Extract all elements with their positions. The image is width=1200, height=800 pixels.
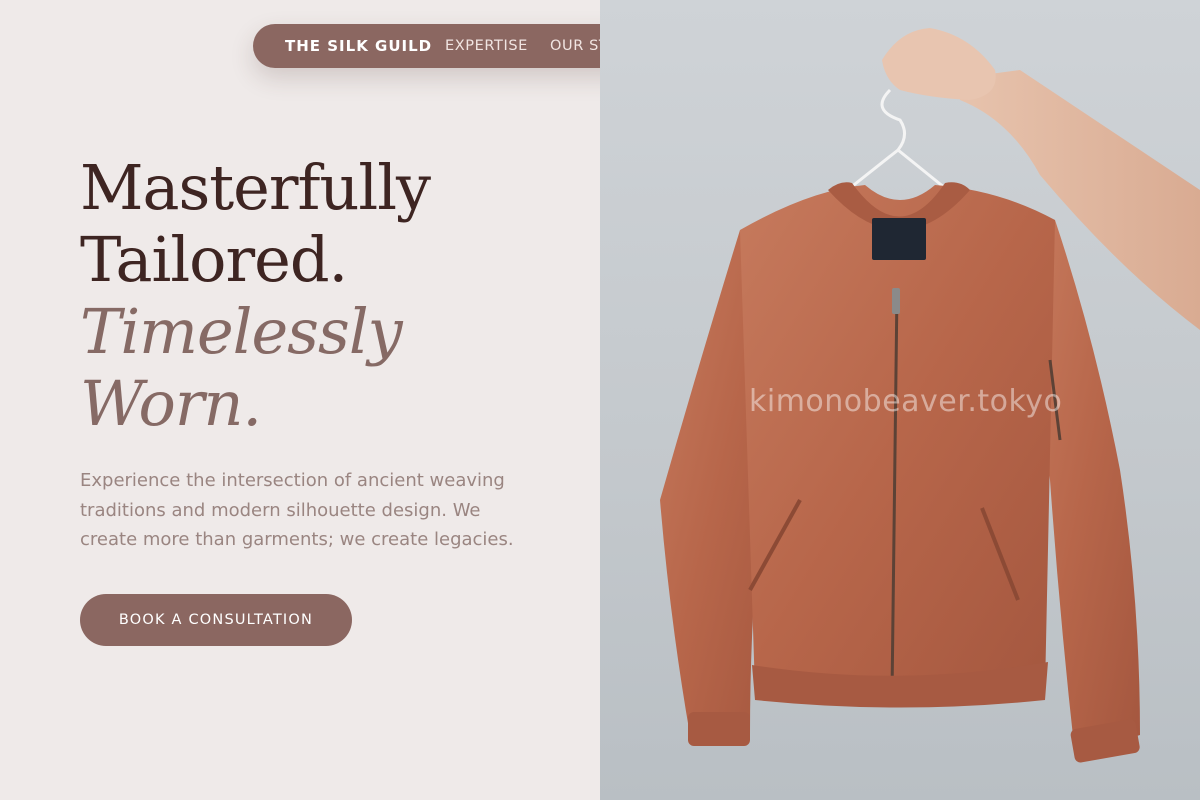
headline-line-4: Worn. [80,367,262,440]
hero-description: Experience the intersection of ancient w… [80,470,514,550]
headline-line-2: Tailored. [80,223,348,296]
hero-headline: Masterfully Tailored. Timelessly Worn. [80,151,431,440]
nav-link-our-story[interactable]: OUR ST [550,38,600,54]
hero-text-panel: THE SILK GUILD EXPERTISE OUR ST Masterfu… [0,0,600,800]
hand [882,28,996,100]
zipper-pull [892,288,900,314]
neck-label [872,218,926,260]
jacket-body [740,185,1055,698]
nav-link-expertise[interactable]: EXPERTISE [445,38,528,54]
book-consultation-button[interactable]: BOOK A CONSULTATION [80,594,352,646]
hero-image: kimonobeaver.tokyo [600,0,1200,800]
headline-line-1: Masterfully [80,151,431,224]
hanger [849,88,946,190]
headline-line-3: Timelessly [80,295,403,368]
top-navigation: THE SILK GUILD EXPERTISE OUR ST [253,24,600,68]
watermark-text: kimonobeaver.tokyo [749,384,1063,419]
left-cuff [688,712,750,746]
brand-logo[interactable]: THE SILK GUILD [285,37,432,55]
